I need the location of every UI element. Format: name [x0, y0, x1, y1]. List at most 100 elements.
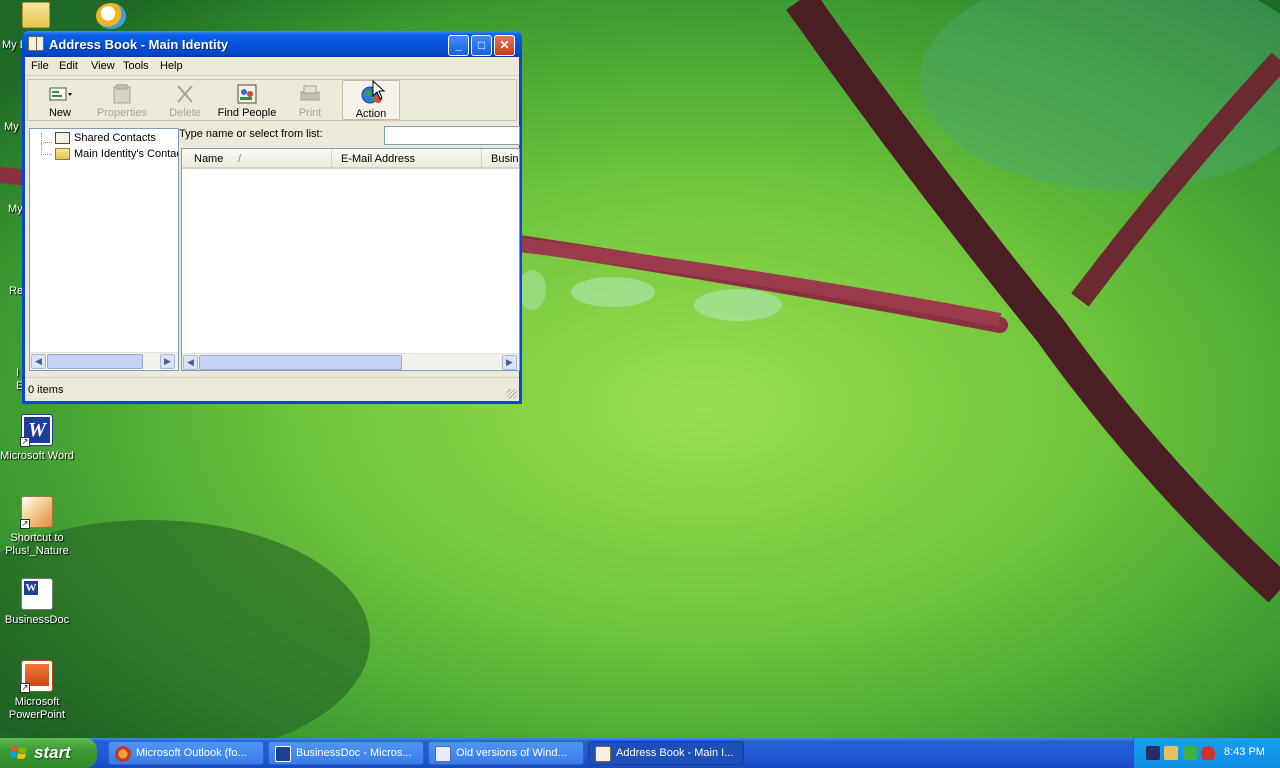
list-header: Name / E-Mail Address Business Phone — [182, 149, 519, 169]
menu-tools[interactable]: Tools — [123, 60, 149, 72]
desktop-icon-label: Shortcut to Plus!_Nature — [5, 532, 69, 557]
minimize-icon: _ — [455, 38, 462, 52]
scrollbar-thumb[interactable] — [47, 354, 143, 369]
new-button[interactable]: New — [36, 80, 84, 120]
menu-view[interactable]: View — [91, 60, 115, 72]
shortcut-arrow-icon: ↗ — [20, 437, 30, 447]
tree-item-main-identity-contacts[interactable]: Main Identity's Contacts — [74, 148, 178, 160]
outlook-icon — [115, 746, 131, 762]
update-icon[interactable] — [1183, 746, 1197, 760]
word-icon: W ↗ — [20, 414, 53, 447]
column-header-name[interactable]: Name / — [182, 149, 332, 169]
desktop-icon-plus-nature[interactable]: ↗ Shortcut to Plus!_Nature — [0, 496, 74, 558]
taskbar-item-label: Old versions of Wind... — [456, 747, 567, 759]
sort-ascending-icon: / — [238, 153, 242, 165]
toolbar: New Properties Delete Find People Print … — [27, 79, 517, 121]
shortcut-arrow-icon: ↗ — [20, 519, 30, 529]
system-tray: 8:43 PM — [1133, 738, 1280, 768]
word-document-icon: W — [21, 578, 53, 610]
scroll-left-arrow[interactable]: ◀ — [31, 354, 46, 369]
column-header-business-phone[interactable]: Business Phone — [482, 149, 519, 169]
contact-list[interactable]: Name / E-Mail Address Business Phone ◀ ▶ — [181, 148, 520, 371]
tree-horizontal-scrollbar[interactable]: ◀ ▶ — [30, 352, 178, 369]
user-icon[interactable] — [1164, 746, 1178, 760]
scroll-left-arrow[interactable]: ◀ — [183, 355, 198, 370]
search-label: Type name or select from list: — [179, 128, 323, 140]
desktop-icon-word[interactable]: W ↗ Microsoft Word — [0, 414, 74, 463]
delete-icon — [174, 84, 196, 104]
desktop-icon-label: Microsoft PowerPoint — [8, 696, 66, 721]
scroll-right-arrow[interactable]: ▶ — [160, 354, 175, 369]
start-label: start — [34, 743, 71, 762]
close-icon: ✕ — [499, 38, 510, 52]
menu-file[interactable]: File — [31, 60, 49, 72]
network-icon[interactable] — [1146, 746, 1160, 760]
status-bar: 0 items — [25, 377, 519, 401]
folder-icon — [55, 148, 70, 160]
word-icon — [275, 746, 291, 762]
maximize-icon: □ — [477, 38, 486, 52]
properties-button[interactable]: Properties — [94, 80, 150, 120]
list-horizontal-scrollbar[interactable]: ◀ ▶ — [182, 353, 519, 370]
desktop-icon-label: Microsoft Word — [0, 450, 74, 462]
action-label: Action — [355, 108, 387, 120]
document-icon — [435, 746, 451, 762]
start-button[interactable]: start — [0, 738, 97, 768]
windows-logo-icon — [10, 746, 27, 759]
taskbar-item-outlook[interactable]: Microsoft Outlook (fo... — [108, 741, 264, 765]
menu-edit[interactable]: Edit — [59, 60, 78, 72]
desktop-icon-businessdoc[interactable]: W BusinessDoc — [0, 578, 74, 627]
shortcut-arrow-icon: ↗ — [20, 683, 30, 693]
minimize-button[interactable]: _ — [448, 35, 469, 56]
taskbar-item-label: BusinessDoc - Micros... — [296, 747, 412, 759]
printer-icon — [299, 84, 321, 104]
desktop-label-partial[interactable]: My — [4, 121, 19, 133]
powerpoint-icon: ↗ — [20, 660, 53, 693]
menu-help[interactable]: Help — [160, 60, 183, 72]
address-book-icon — [595, 746, 611, 762]
scroll-right-arrow[interactable]: ▶ — [502, 355, 517, 370]
find-people-button[interactable]: Find People — [216, 80, 278, 120]
security-shield-icon[interactable] — [1201, 746, 1215, 760]
address-book-icon — [28, 36, 44, 51]
menu-bar: File Edit View Tools Help — [25, 57, 519, 76]
resize-grip[interactable] — [507, 389, 517, 399]
clock[interactable]: 8:43 PM — [1224, 746, 1265, 758]
desktop-icon-label: BusinessDoc — [4, 614, 70, 626]
my-documents-icon[interactable] — [22, 2, 50, 28]
new-contact-icon — [49, 84, 72, 104]
taskbar-item-label: Microsoft Outlook (fo... — [136, 747, 247, 759]
properties-icon — [111, 83, 133, 104]
taskbar-item-old-versions[interactable]: Old versions of Wind... — [428, 741, 584, 765]
delete-button[interactable]: Delete — [165, 80, 205, 120]
taskbar-item-businessdoc[interactable]: BusinessDoc - Micros... — [268, 741, 424, 765]
properties-label: Properties — [96, 107, 148, 119]
tree-item-shared-contacts[interactable]: Shared Contacts — [74, 132, 156, 144]
find-people-icon — [236, 84, 258, 104]
item-count: 0 items — [28, 384, 64, 396]
column-header-email[interactable]: E-Mail Address — [332, 149, 482, 169]
address-book-window: Address Book - Main Identity _ □ ✕ File … — [22, 31, 522, 404]
title-bar[interactable]: Address Book - Main Identity _ □ ✕ — [22, 31, 522, 57]
find-people-label: Find People — [217, 107, 277, 119]
media-player-icon[interactable] — [96, 3, 126, 29]
desktop-label-partial[interactable]: My — [8, 203, 23, 215]
mouse-cursor-icon — [372, 80, 386, 100]
search-input[interactable] — [384, 126, 520, 145]
action-button[interactable]: Action — [342, 80, 400, 120]
maximize-button[interactable]: □ — [471, 35, 492, 56]
delete-label: Delete — [169, 107, 201, 119]
taskbar: start Microsoft Outlook (fo... BusinessD… — [0, 738, 1280, 768]
plus-nature-icon: ↗ — [20, 496, 53, 529]
scrollbar-thumb[interactable] — [199, 355, 402, 370]
folder-tree[interactable]: Shared Contacts Main Identity's Contacts… — [29, 128, 179, 371]
desktop-label-partial[interactable]: I — [16, 367, 19, 379]
window-title: Address Book - Main Identity — [49, 37, 229, 52]
taskbar-item-label: Address Book - Main I... — [616, 747, 734, 759]
print-label: Print — [298, 107, 322, 119]
taskbar-item-address-book[interactable]: Address Book - Main I... — [588, 741, 744, 765]
close-button[interactable]: ✕ — [494, 35, 515, 56]
print-button[interactable]: Print — [294, 80, 326, 120]
desktop-icon-powerpoint[interactable]: ↗ Microsoft PowerPoint — [0, 660, 74, 722]
desktop-label-partial[interactable]: Re — [9, 285, 23, 297]
